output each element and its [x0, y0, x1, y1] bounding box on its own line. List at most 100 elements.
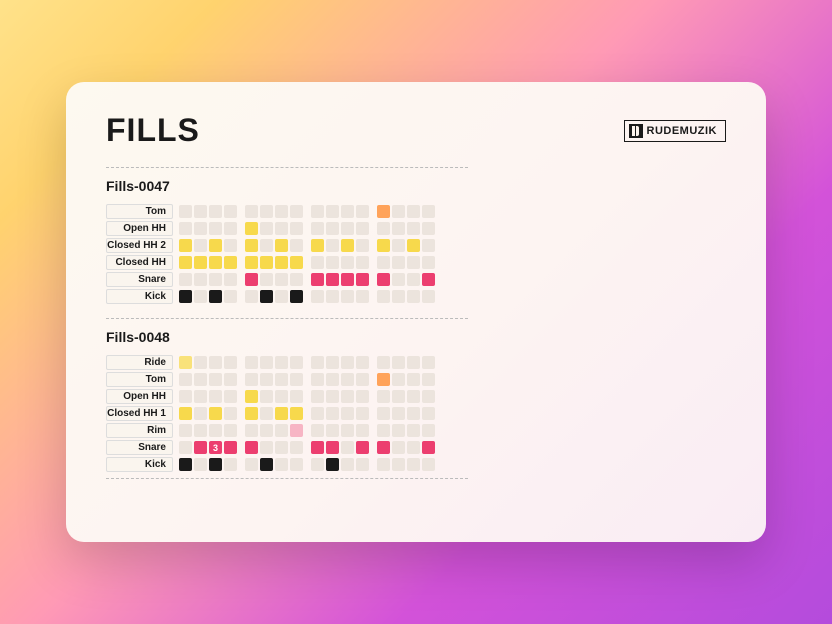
step-cell[interactable]: [356, 458, 369, 471]
step-cell[interactable]: [326, 441, 339, 454]
step-cell[interactable]: [326, 407, 339, 420]
step-cell[interactable]: [377, 290, 390, 303]
step-cell[interactable]: [326, 273, 339, 286]
step-cell[interactable]: [290, 373, 303, 386]
step-cell[interactable]: [194, 205, 207, 218]
step-cell[interactable]: [341, 390, 354, 403]
step-cell[interactable]: [179, 424, 192, 437]
step-cell[interactable]: [341, 458, 354, 471]
step-cell[interactable]: [179, 356, 192, 369]
step-cell[interactable]: [341, 290, 354, 303]
step-cell[interactable]: [341, 273, 354, 286]
step-cell[interactable]: [377, 407, 390, 420]
step-cell[interactable]: [422, 239, 435, 252]
step-cell[interactable]: [209, 205, 222, 218]
step-cell[interactable]: [407, 222, 420, 235]
step-cell[interactable]: [377, 441, 390, 454]
step-cell[interactable]: [356, 205, 369, 218]
step-cell[interactable]: [326, 390, 339, 403]
step-cell[interactable]: [260, 407, 273, 420]
step-cell[interactable]: [422, 290, 435, 303]
step-cell[interactable]: [179, 256, 192, 269]
step-cell[interactable]: [407, 239, 420, 252]
step-cell[interactable]: [209, 222, 222, 235]
step-cell[interactable]: [224, 407, 237, 420]
step-cell[interactable]: [290, 205, 303, 218]
step-cell[interactable]: [377, 390, 390, 403]
step-cell[interactable]: [377, 273, 390, 286]
step-cell[interactable]: [194, 256, 207, 269]
step-cell[interactable]: [392, 273, 405, 286]
step-cell[interactable]: [407, 205, 420, 218]
step-cell[interactable]: [224, 390, 237, 403]
step-cell[interactable]: [275, 373, 288, 386]
step-cell[interactable]: [422, 256, 435, 269]
step-cell[interactable]: [275, 290, 288, 303]
step-cell[interactable]: [407, 256, 420, 269]
step-cell[interactable]: [341, 441, 354, 454]
step-cell[interactable]: [356, 390, 369, 403]
step-cell[interactable]: [341, 205, 354, 218]
step-cell[interactable]: [260, 256, 273, 269]
step-cell[interactable]: [275, 424, 288, 437]
step-cell[interactable]: [377, 424, 390, 437]
step-cell[interactable]: [260, 441, 273, 454]
step-cell[interactable]: [422, 356, 435, 369]
step-cell[interactable]: [311, 356, 324, 369]
step-cell[interactable]: [392, 222, 405, 235]
step-cell[interactable]: [179, 458, 192, 471]
step-cell[interactable]: [392, 356, 405, 369]
step-cell[interactable]: [422, 458, 435, 471]
step-cell[interactable]: [407, 373, 420, 386]
step-cell[interactable]: [377, 239, 390, 252]
step-cell[interactable]: [194, 239, 207, 252]
step-cell[interactable]: [326, 458, 339, 471]
step-cell[interactable]: [407, 441, 420, 454]
step-cell[interactable]: [209, 390, 222, 403]
step-cell[interactable]: [311, 373, 324, 386]
step-cell[interactable]: [356, 290, 369, 303]
step-cell[interactable]: [422, 390, 435, 403]
step-cell[interactable]: [245, 407, 258, 420]
step-cell[interactable]: [392, 424, 405, 437]
step-cell[interactable]: [209, 273, 222, 286]
step-cell[interactable]: [275, 356, 288, 369]
step-cell[interactable]: [392, 458, 405, 471]
step-cell[interactable]: [377, 205, 390, 218]
step-cell[interactable]: [407, 356, 420, 369]
step-cell[interactable]: [179, 390, 192, 403]
step-cell[interactable]: [290, 407, 303, 420]
step-cell[interactable]: [194, 458, 207, 471]
step-cell[interactable]: [422, 424, 435, 437]
step-cell[interactable]: [341, 356, 354, 369]
step-cell[interactable]: [275, 407, 288, 420]
step-cell[interactable]: [392, 373, 405, 386]
step-cell[interactable]: [407, 390, 420, 403]
step-cell[interactable]: [377, 373, 390, 386]
step-cell[interactable]: [224, 256, 237, 269]
step-cell[interactable]: [209, 256, 222, 269]
step-cell[interactable]: [311, 239, 324, 252]
step-cell[interactable]: [224, 373, 237, 386]
step-cell[interactable]: [377, 256, 390, 269]
step-cell[interactable]: [392, 205, 405, 218]
step-cell[interactable]: [275, 239, 288, 252]
step-cell[interactable]: [260, 290, 273, 303]
step-cell[interactable]: [377, 222, 390, 235]
step-cell[interactable]: [290, 424, 303, 437]
step-cell[interactable]: [422, 407, 435, 420]
step-cell[interactable]: [209, 407, 222, 420]
step-cell[interactable]: [356, 373, 369, 386]
step-cell[interactable]: [356, 407, 369, 420]
step-cell[interactable]: [245, 373, 258, 386]
step-cell[interactable]: [179, 205, 192, 218]
step-cell[interactable]: [275, 390, 288, 403]
step-cell[interactable]: [209, 458, 222, 471]
step-cell[interactable]: [326, 373, 339, 386]
step-cell[interactable]: [194, 290, 207, 303]
step-cell[interactable]: [209, 424, 222, 437]
step-cell[interactable]: [392, 390, 405, 403]
step-cell[interactable]: [245, 390, 258, 403]
step-cell[interactable]: [245, 239, 258, 252]
step-cell[interactable]: [407, 273, 420, 286]
